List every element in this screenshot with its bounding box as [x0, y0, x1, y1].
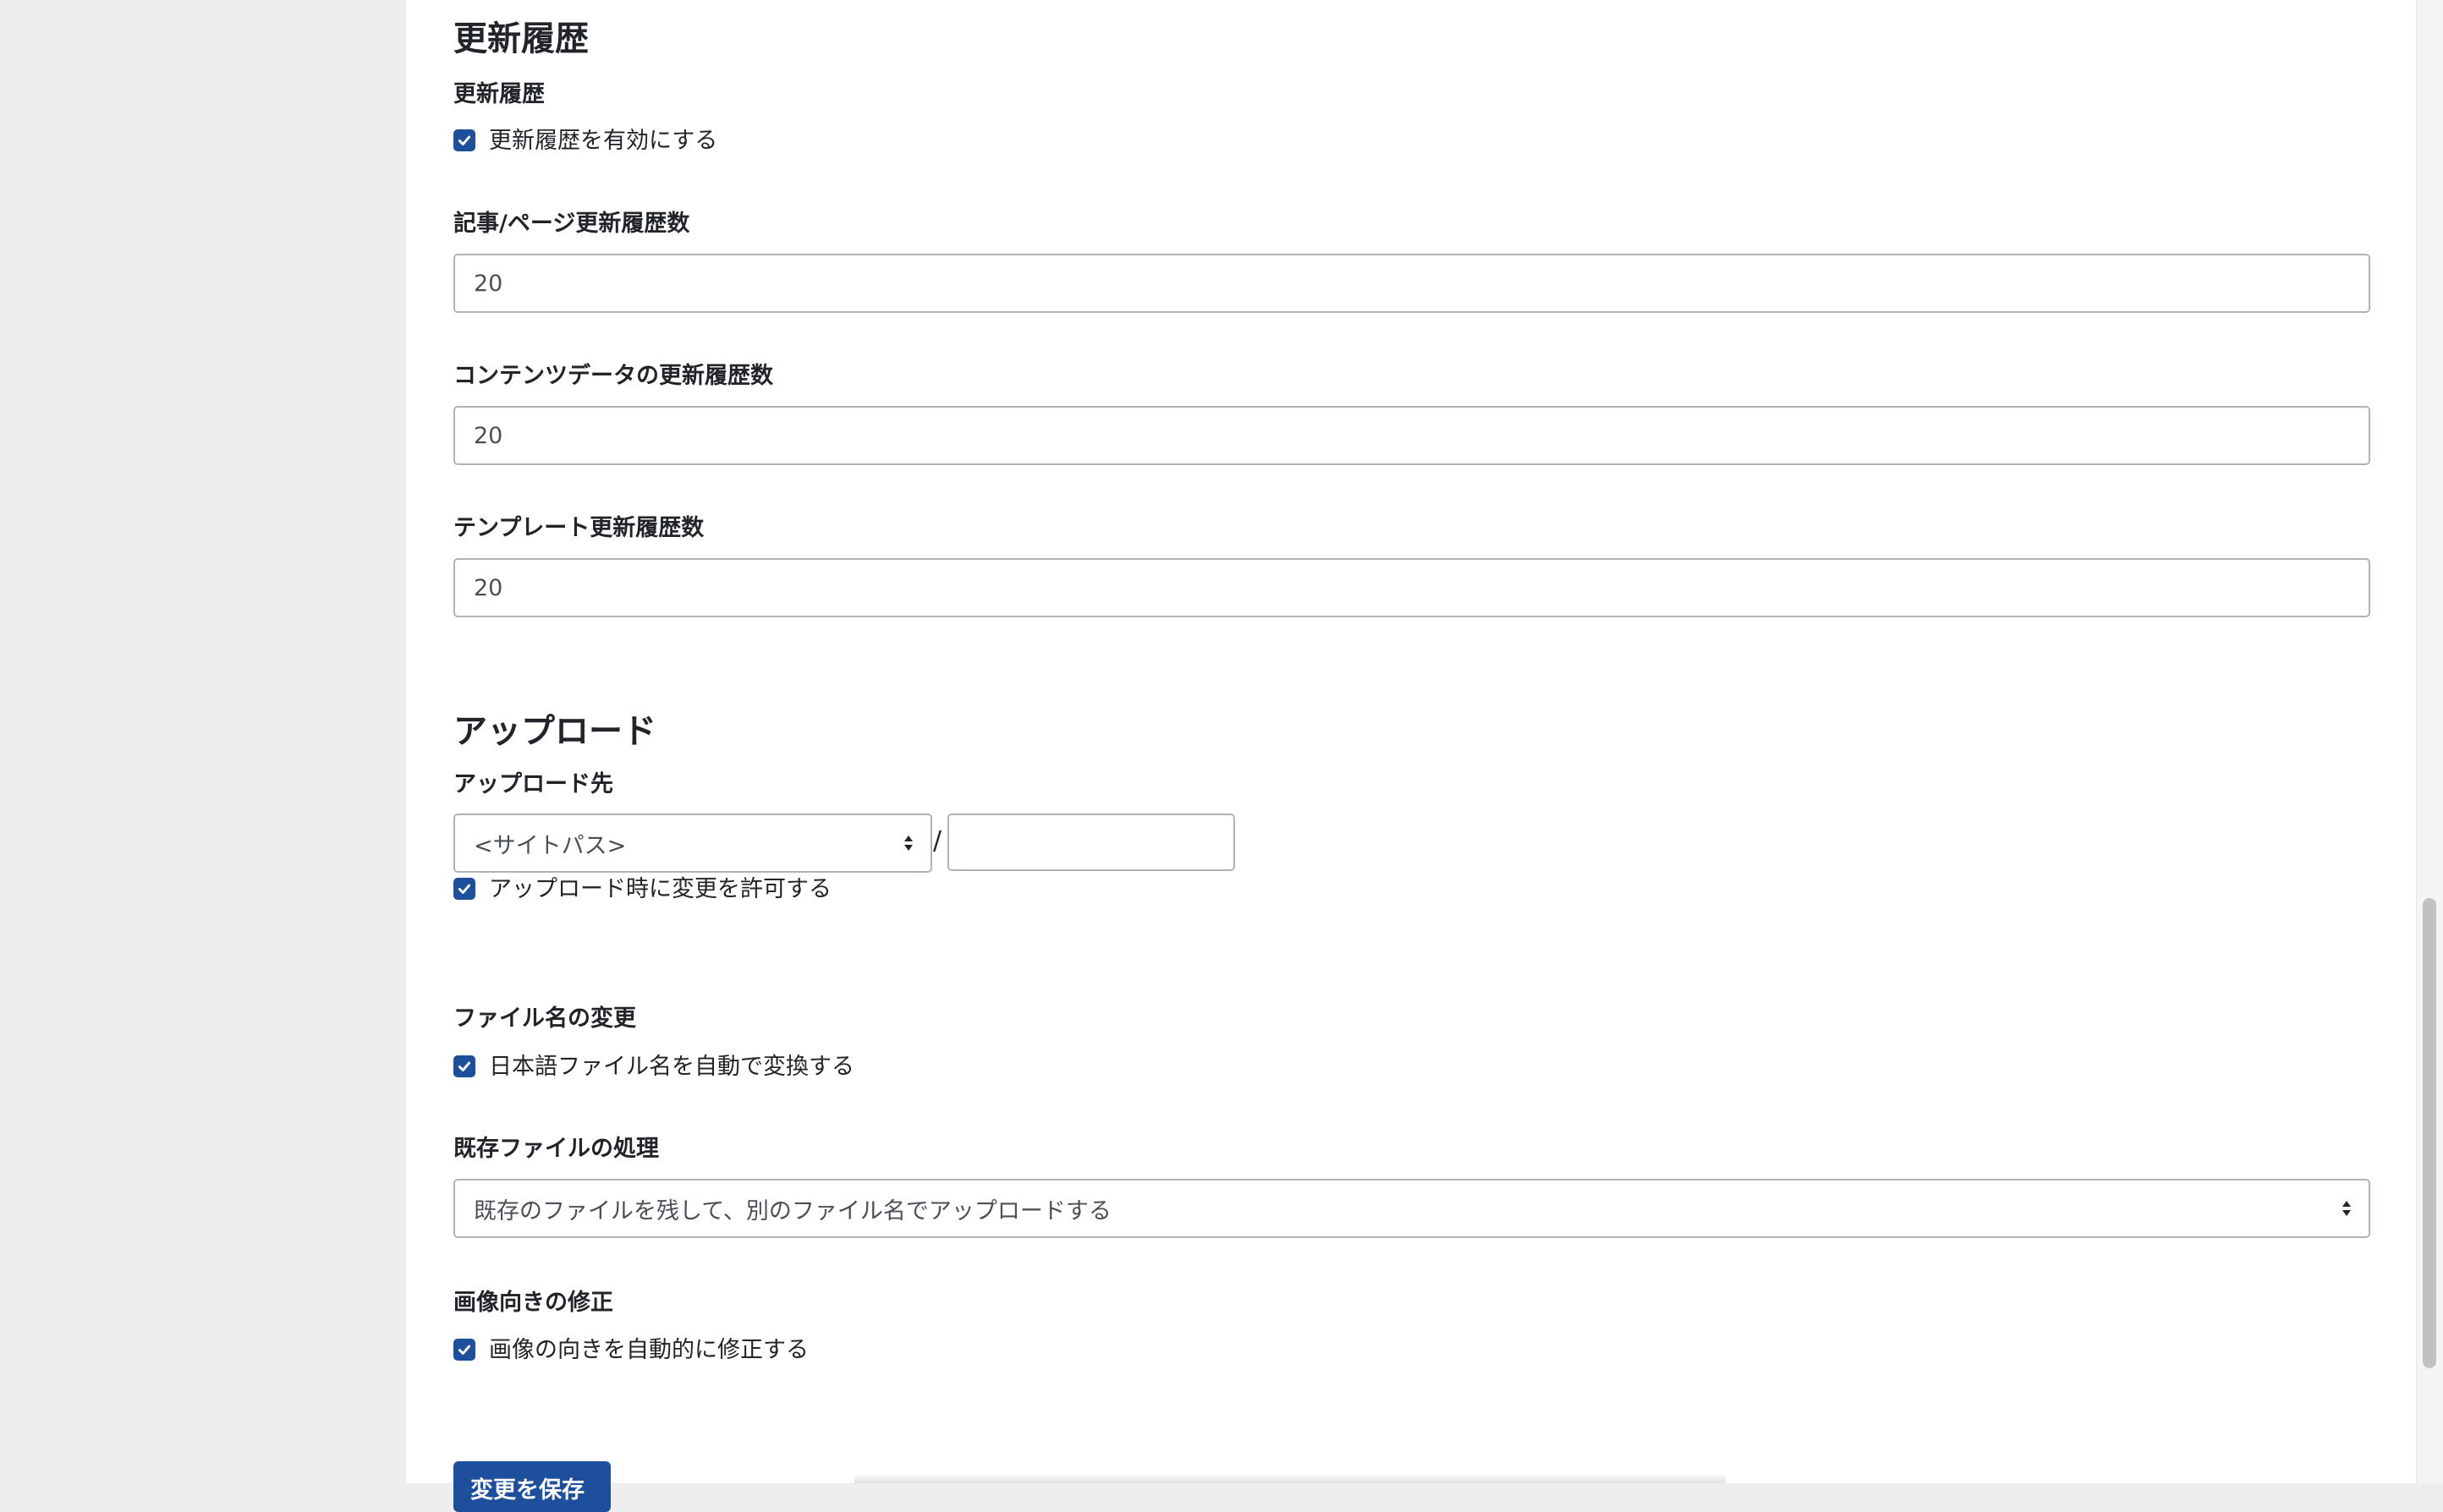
rename-checkbox[interactable] [453, 1055, 475, 1077]
content-data-history-count-label: コンテンツデータの更新履歴数 [453, 363, 773, 389]
select-caret-icon [2342, 1201, 2351, 1216]
rename-checkbox-row[interactable]: 日本語ファイル名を自動で変換する [453, 1051, 854, 1082]
allow-change-checkbox-label: アップロード時に変更を許可する [489, 875, 832, 902]
history-enable-checkbox-label: 更新履歴を有効にする [489, 127, 718, 154]
select-caret-icon [904, 835, 913, 851]
check-icon [458, 1061, 471, 1071]
template-history-count-label: テンプレート更新履歴数 [453, 515, 705, 541]
scrollbar[interactable] [2416, 0, 2443, 1483]
check-icon [458, 884, 471, 894]
upload-destination-select-value: <サイトパス> [474, 832, 627, 859]
history-enable-checkbox-row[interactable]: 更新履歴を有効にする [453, 125, 717, 156]
history-enable-checkbox[interactable] [453, 129, 475, 151]
orientation-checkbox-label: 画像の向きを自動的に修正する [489, 1336, 809, 1363]
allow-change-checkbox-row[interactable]: アップロード時に変更を許可する [453, 874, 832, 904]
allow-change-checkbox[interactable] [453, 878, 475, 900]
orientation-label: 画像向きの修正 [453, 1290, 613, 1316]
template-history-count-input[interactable]: 20 [453, 558, 2370, 617]
orientation-checkbox-row[interactable]: 画像の向きを自動的に修正する [453, 1334, 809, 1365]
save-changes-button[interactable]: 変更を保存 [453, 1461, 611, 1512]
history-enable-label: 更新履歴 [453, 81, 545, 107]
upload-destination-label: アップロード先 [453, 771, 613, 797]
history-section-heading: 更新履歴 [453, 19, 589, 58]
settings-panel [406, 0, 2417, 1483]
existing-files-label: 既存ファイルの処理 [453, 1136, 659, 1162]
entry-page-history-count-label: 記事/ページ更新履歴数 [453, 211, 690, 237]
sidebar [0, 0, 406, 1483]
rename-label: ファイル名の変更 [453, 1005, 636, 1032]
entry-page-history-count-input[interactable]: 20 [453, 254, 2370, 313]
upload-section-heading: アップロード [453, 712, 656, 751]
floating-bar-edge [854, 1475, 1726, 1483]
content-data-history-count-input[interactable]: 20 [453, 406, 2370, 465]
path-separator: / [933, 826, 942, 856]
scrollbar-thumb[interactable] [2423, 898, 2436, 1368]
rename-checkbox-label: 日本語ファイル名を自動で変換する [489, 1053, 854, 1080]
existing-files-select[interactable]: 既存のファイルを残して、別のファイル名でアップロードする [453, 1179, 2370, 1238]
orientation-checkbox[interactable] [453, 1339, 475, 1361]
check-icon [458, 135, 471, 145]
existing-files-select-value: 既存のファイルを残して、別のファイル名でアップロードする [474, 1197, 1112, 1224]
upload-destination-select[interactable]: <サイトパス> [453, 814, 932, 873]
upload-path-input[interactable] [947, 814, 1235, 871]
check-icon [458, 1345, 471, 1355]
